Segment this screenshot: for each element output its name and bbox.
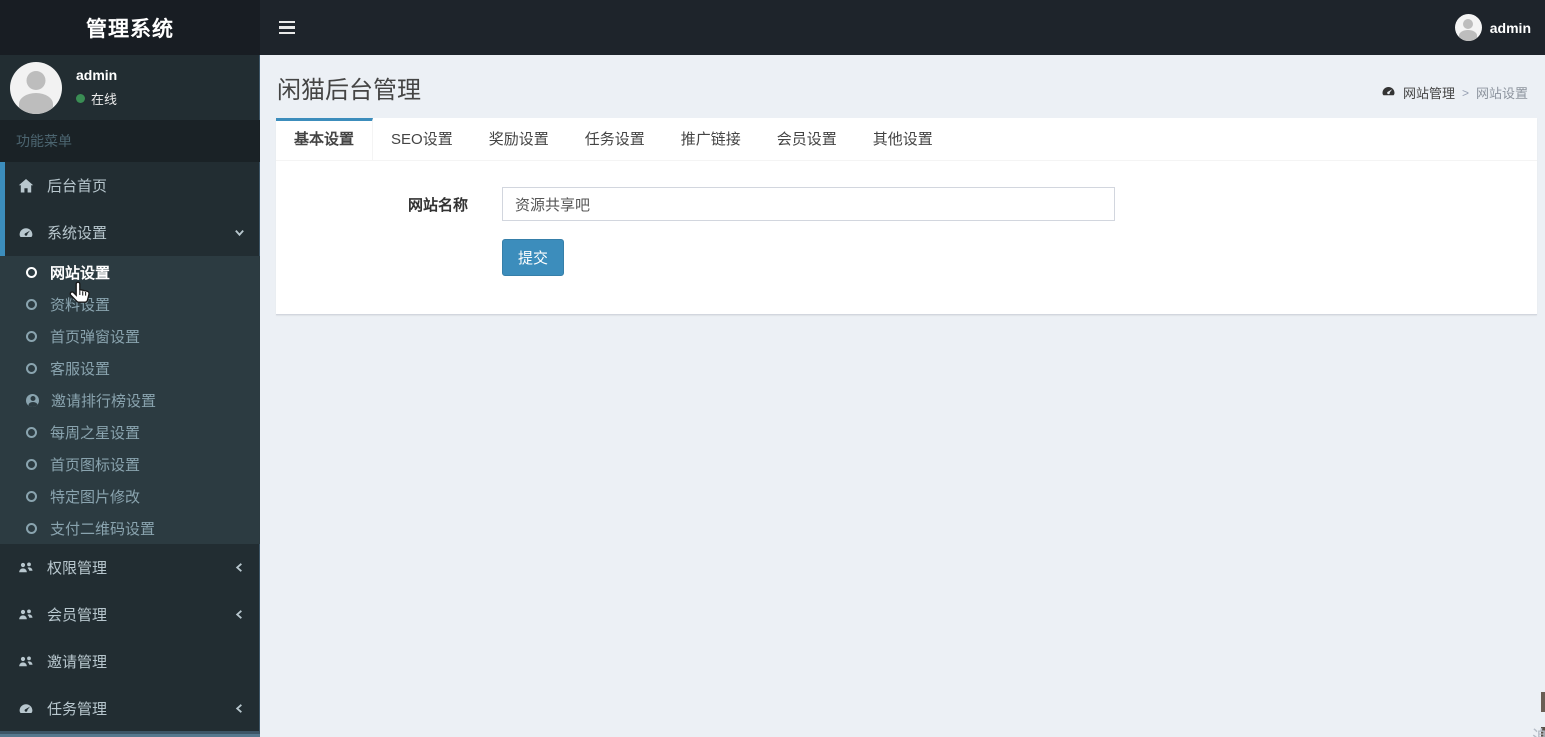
circle-icon: [26, 330, 37, 342]
sidebar-item-label: 任务管理: [47, 701, 108, 718]
chevron-left-icon: [234, 562, 245, 573]
submenu-label: 支付二维码设置: [50, 520, 156, 538]
windows-activation-watermark: 激活 Windows 转到“设置”以激活 Windows。: [1532, 727, 1545, 737]
submenu-label: 每周之星设置: [50, 424, 141, 442]
circle-icon: [26, 522, 37, 534]
users-icon: [17, 653, 34, 670]
sidebar-subitem-profile-settings[interactable]: 资料设置: [0, 288, 260, 320]
users-icon: [17, 606, 34, 623]
circle-icon: [26, 426, 37, 438]
online-status-icon: [76, 94, 85, 103]
chevron-left-icon: [234, 609, 245, 620]
user-circle-icon: [26, 393, 39, 407]
basic-settings-panel: 网站名称 提交: [276, 161, 1537, 314]
screen-edge-artifact: [1541, 692, 1545, 712]
navbar-user-menu[interactable]: admin: [1454, 14, 1531, 41]
sidebar-item-system-settings[interactable]: 系统设置: [0, 209, 260, 256]
sidebar-subitem-customer-service-settings[interactable]: 客服设置: [0, 352, 260, 384]
sidebar-item-member-management[interactable]: 会员管理: [0, 591, 260, 638]
sidebar-subitem-home-popup-settings[interactable]: 首页弹窗设置: [0, 320, 260, 352]
breadcrumb-separator: >: [1461, 85, 1469, 100]
user-avatar-icon: [10, 61, 62, 114]
site-name-label: 网站名称: [407, 196, 468, 214]
sidebar-user-name: admin: [76, 67, 118, 83]
tab-reward-settings[interactable]: 奖励设置: [471, 118, 567, 160]
circle-icon: [26, 490, 37, 502]
submenu-label: 客服设置: [50, 360, 111, 378]
sidebar-subitem-payment-qrcode-settings[interactable]: 支付二维码设置: [0, 512, 260, 544]
sidebar-item-invite-management[interactable]: 邀请管理: [0, 638, 260, 685]
system-settings-submenu: 网站设置 资料设置 首页弹窗设置 客服设置 邀请排行榜设置 每周之星设置 首页图…: [0, 256, 260, 544]
circle-icon: [26, 362, 37, 374]
user-avatar-icon: [1454, 14, 1482, 41]
submenu-label: 首页图标设置: [50, 456, 141, 474]
circle-icon: [26, 298, 37, 310]
main-content: 闲猫后台管理 网站管理 > 网站设置 基本设置 SEO设置 奖励设置 任务设置 …: [260, 55, 1545, 737]
breadcrumb-current: 网站设置: [1475, 86, 1528, 101]
tab-seo-settings[interactable]: SEO设置: [373, 118, 471, 160]
content-header: 闲猫后台管理 网站管理 > 网站设置: [260, 55, 1545, 115]
hamburger-icon: [279, 26, 295, 29]
dashboard-icon: [17, 700, 34, 717]
brand-logo[interactable]: 管理系统: [0, 0, 260, 55]
sidebar-item-label: 系统设置: [47, 225, 108, 242]
home-icon: [17, 177, 34, 194]
circle-icon: [26, 266, 37, 278]
tab-other-settings[interactable]: 其他设置: [855, 118, 951, 160]
top-navbar: 管理系统 admin: [0, 0, 1545, 55]
submenu-label: 特定图片修改: [50, 488, 141, 506]
sidebar-item-label: 会员管理: [47, 607, 108, 624]
sidebar-item-permission-management[interactable]: 权限管理: [0, 544, 260, 591]
settings-card: 基本设置 SEO设置 奖励设置 任务设置 推广链接 会员设置 其他设置 网站名称…: [276, 118, 1537, 315]
submit-button[interactable]: 提交: [502, 239, 565, 276]
users-icon: [17, 559, 34, 576]
chevron-left-icon: [234, 703, 245, 714]
tab-promotion-link[interactable]: 推广链接: [663, 118, 759, 160]
submenu-label: 首页弹窗设置: [50, 328, 141, 346]
status-label: 在线: [91, 92, 118, 107]
sidebar-user-panel: admin 在线: [0, 55, 260, 120]
form-actions: 提交: [502, 239, 1527, 276]
sidebar-subitem-weekly-star-settings[interactable]: 每周之星设置: [0, 416, 260, 448]
sidebar: admin 在线 功能菜单 后台首页 系统设置 网站设置 资料设置 首页弹窗设置…: [0, 55, 260, 737]
site-name-form-row: 网站名称: [286, 187, 1527, 221]
hamburger-icon: [279, 31, 295, 35]
sidebar-section-header: 功能菜单: [0, 120, 260, 162]
sidebar-item-dashboard-home[interactable]: 后台首页: [0, 162, 260, 209]
dashboard-icon: [17, 224, 34, 241]
dashboard-icon: [1381, 84, 1396, 102]
circle-icon: [26, 458, 37, 470]
hamburger-icon: [279, 20, 295, 24]
sidebar-toggle-button[interactable]: [264, 0, 310, 55]
mouse-cursor: [69, 281, 90, 303]
admin-app: 管理系统 admin admin 在线 功能菜单 后台首页 系统设置 网站设置 …: [0, 0, 1545, 737]
sidebar-subitem-specific-image-edit[interactable]: 特定图片修改: [0, 480, 260, 512]
settings-tab-bar: 基本设置 SEO设置 奖励设置 任务设置 推广链接 会员设置 其他设置: [276, 118, 1537, 161]
breadcrumb: 网站管理 > 网站设置: [1381, 83, 1528, 102]
sidebar-item-label: 权限管理: [47, 560, 108, 577]
watermark-line1: 激活 Windows: [1532, 727, 1545, 737]
tab-member-settings[interactable]: 会员设置: [759, 118, 855, 160]
tab-task-settings[interactable]: 任务设置: [567, 118, 663, 160]
sidebar-subitem-website-settings[interactable]: 网站设置: [0, 256, 260, 288]
sidebar-subitem-invite-ranking-settings[interactable]: 邀请排行榜设置: [0, 384, 260, 416]
sidebar-menu: 后台首页 系统设置 网站设置 资料设置 首页弹窗设置 客服设置 邀请排行榜设置 …: [0, 162, 260, 732]
chevron-down-icon: [234, 227, 245, 238]
sidebar-item-task-management[interactable]: 任务管理: [0, 685, 260, 732]
navbar-user-name: admin: [1489, 19, 1531, 36]
breadcrumb-parent-link[interactable]: 网站管理: [1403, 83, 1455, 102]
sidebar-subitem-home-icon-settings[interactable]: 首页图标设置: [0, 448, 260, 480]
sidebar-user-status: 在线: [76, 89, 117, 108]
sidebar-item-label: 后台首页: [47, 178, 108, 195]
page-title: 闲猫后台管理: [277, 77, 421, 104]
site-name-input[interactable]: [502, 187, 1115, 221]
tab-basic-settings[interactable]: 基本设置: [276, 118, 374, 160]
sidebar-item-label: 邀请管理: [47, 654, 108, 671]
submenu-label: 邀请排行榜设置: [51, 392, 157, 410]
